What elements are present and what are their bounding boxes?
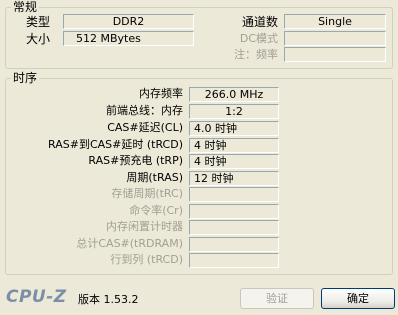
- timings-group-title: 时序: [11, 71, 40, 85]
- timing-value-dram-frequency: 266.0 MHz: [189, 87, 279, 102]
- timing-label-trc: 存储周期(tRC): [111, 187, 183, 200]
- ok-button[interactable]: 确定: [321, 288, 395, 309]
- validate-button[interactable]: 验证: [240, 288, 314, 309]
- timing-value-trcd: 4 时钟: [189, 138, 279, 153]
- size-value: 512 MBytes: [63, 31, 194, 46]
- timing-label-command-rate: 命令率(Cr): [129, 204, 183, 217]
- version-text: 版本 1.53.2: [78, 293, 139, 306]
- timing-label-dram-frequency: 内存频率: [139, 87, 183, 100]
- timing-value-total-cas: [189, 237, 279, 252]
- note-freq-value: [284, 47, 386, 62]
- timing-label-cas-latency: CAS#延迟(CL): [107, 121, 183, 134]
- size-label: 大小: [26, 32, 51, 46]
- timing-value-tras: 12 时钟: [189, 171, 279, 186]
- timing-value-trp: 4 时钟: [189, 154, 279, 169]
- timing-value-cas-latency: 4.0 时钟: [189, 121, 279, 136]
- timing-label-trcd: RAS#到CAS#延时 (tRCD): [48, 138, 183, 151]
- dc-mode-value: [284, 31, 386, 46]
- general-group-title: 常规: [11, 0, 40, 14]
- timing-value-fsb-dram: 1:2: [189, 104, 279, 119]
- timing-label-fsb-dram: 前端总线：内存: [106, 104, 183, 117]
- channels-label: 通道数: [241, 15, 278, 29]
- timing-value-command-rate: [189, 204, 279, 219]
- timing-label-row-to-column: 行到列 (tRCD): [110, 253, 183, 266]
- timing-label-tras: 周期(tRAS): [126, 171, 183, 184]
- timing-label-idle-timer: 内存闲置计时器: [106, 220, 183, 233]
- type-label: 类型: [26, 15, 51, 29]
- dc-mode-label: DC模式: [239, 32, 278, 45]
- cpuz-logo: CPU-Z: [6, 287, 67, 307]
- timing-value-row-to-column: [189, 253, 279, 268]
- timing-label-trp: RAS#预充电 (tRP): [88, 154, 183, 167]
- note-freq-label: 注：频率: [234, 48, 278, 61]
- channels-value: Single: [284, 14, 386, 29]
- timing-label-total-cas: 总计CAS#(tRDRAM): [76, 237, 183, 250]
- timing-value-trc: [189, 187, 279, 202]
- type-value: DDR2: [63, 14, 194, 29]
- timing-value-idle-timer: [189, 220, 279, 235]
